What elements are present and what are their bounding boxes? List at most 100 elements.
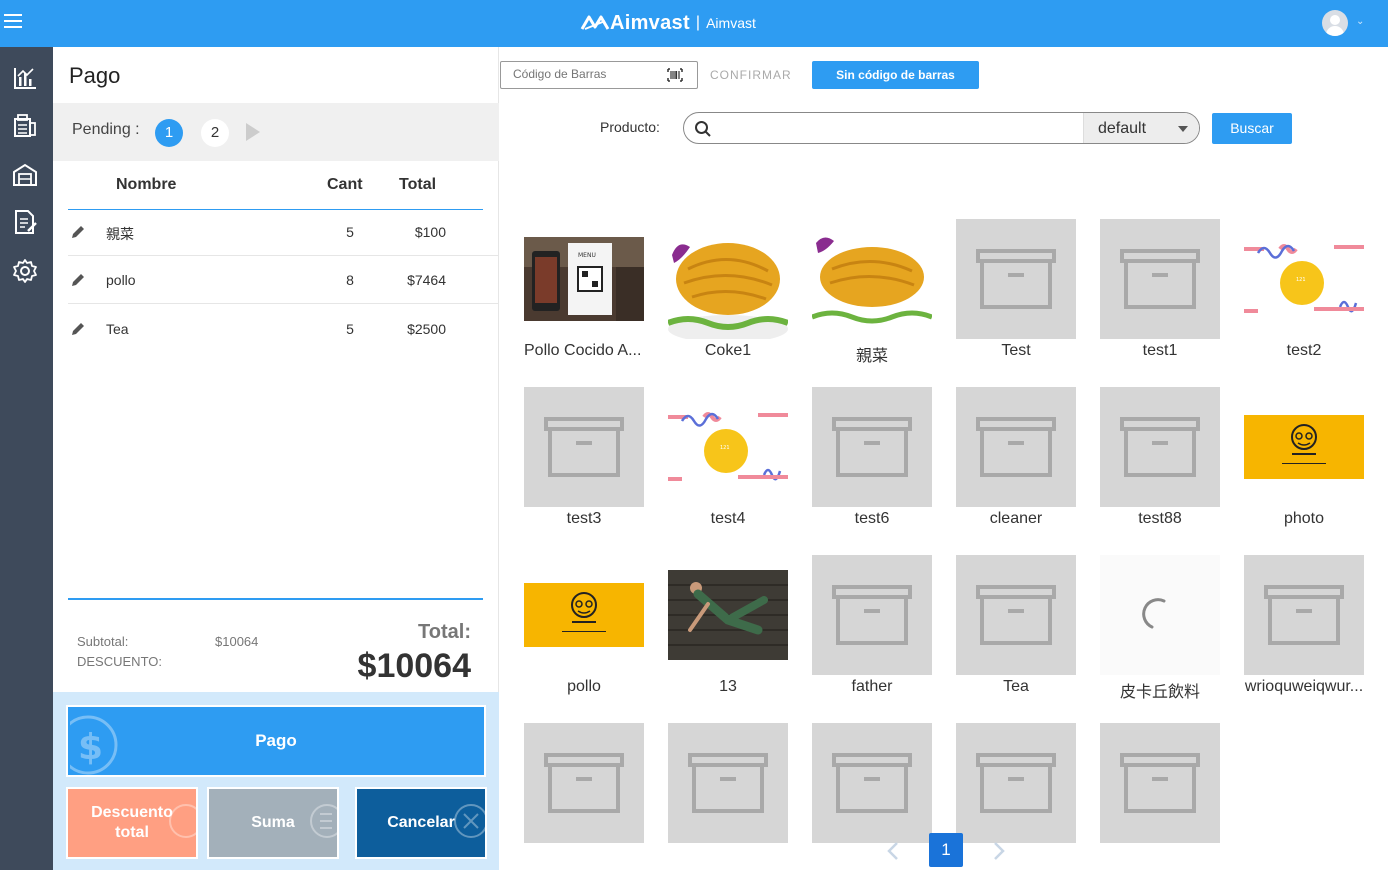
product-card[interactable]: 121 test4 xyxy=(656,375,800,535)
svg-text:MENU: MENU xyxy=(578,252,596,259)
product-card[interactable]: test3 xyxy=(512,375,656,535)
barcode-icon[interactable] xyxy=(667,68,683,82)
product-name: test3 xyxy=(566,510,602,527)
row-total: $7464 xyxy=(407,272,446,288)
product-card[interactable]: Coke1 xyxy=(656,207,800,367)
register-icon[interactable] xyxy=(12,113,38,139)
sidebar xyxy=(0,47,53,870)
product-card[interactable] xyxy=(656,711,800,871)
barcode-field[interactable] xyxy=(500,61,698,89)
sum-button[interactable]: Suma xyxy=(207,787,339,859)
product-placeholder-icon xyxy=(956,387,1076,507)
product-grid: MENU Pollo Cocido A... Coke1 親菜 Test test1 121… xyxy=(512,207,1380,843)
product-name: test1 xyxy=(1142,342,1178,359)
product-placeholder-icon xyxy=(1100,219,1220,339)
product-image: MENU xyxy=(524,219,644,339)
chevron-down-icon xyxy=(1178,126,1188,132)
brand-name: Aimvast xyxy=(610,11,690,34)
product-search: default xyxy=(683,112,1200,144)
table-row: Tea 5 $2500 xyxy=(68,305,499,353)
search-input[interactable] xyxy=(720,119,1080,139)
product-image xyxy=(668,555,788,675)
brand: Aimvast | Aimvast xyxy=(580,10,756,36)
product-placeholder-icon xyxy=(668,723,788,843)
product-card[interactable]: father xyxy=(800,543,944,703)
product-placeholder-icon xyxy=(1100,723,1220,843)
product-name: Coke1 xyxy=(704,342,752,359)
store-icon[interactable] xyxy=(12,162,38,188)
product-card[interactable] xyxy=(800,711,944,871)
column-total: Total xyxy=(399,176,437,193)
table-row: 親菜 5 $100 xyxy=(68,208,499,256)
hamburger-icon[interactable] xyxy=(4,14,24,32)
total-discount-button[interactable]: Descuento total xyxy=(66,787,198,859)
brand-subtitle: Aimvast xyxy=(706,15,756,31)
document-edit-icon[interactable] xyxy=(12,209,38,235)
row-name: 親菜 xyxy=(106,226,134,242)
no-barcode-button[interactable]: Sin código de barras xyxy=(812,61,979,89)
pending-label: Pending : xyxy=(72,121,140,138)
sum-icon xyxy=(310,804,337,838)
row-qty: 5 xyxy=(346,224,354,240)
product-name: pollo xyxy=(567,678,601,695)
search-button[interactable]: Buscar xyxy=(1212,113,1292,144)
top-bar: Aimvast | Aimvast ⌄ xyxy=(0,0,1388,47)
page-number[interactable]: 1 xyxy=(929,833,963,867)
pencil-icon[interactable] xyxy=(70,224,86,240)
pay-button[interactable]: $ Pago xyxy=(66,705,486,777)
cancel-button[interactable]: Cancelar xyxy=(355,787,487,859)
pencil-icon[interactable] xyxy=(70,321,86,337)
product-label: Producto: xyxy=(600,119,660,135)
brand-separator: | xyxy=(695,14,701,31)
discount-label: DESCUENTO: xyxy=(77,654,162,669)
product-card[interactable] xyxy=(512,711,656,871)
total-label: Total: xyxy=(418,621,471,643)
product-card[interactable]: test1 xyxy=(1088,207,1232,367)
pencil-icon[interactable] xyxy=(70,272,86,288)
product-card[interactable]: cleaner xyxy=(944,375,1088,535)
chevron-right-icon[interactable] xyxy=(990,840,1008,862)
product-card[interactable]: Test xyxy=(944,207,1088,367)
product-card[interactable]: 皮卡丘飲料 xyxy=(1088,543,1232,703)
product-card[interactable]: 13 xyxy=(656,543,800,703)
row-total: $100 xyxy=(414,224,446,240)
gear-icon[interactable] xyxy=(12,258,38,284)
svg-text:$: $ xyxy=(78,727,103,768)
next-pending-arrow-icon[interactable] xyxy=(246,123,260,141)
product-card[interactable]: 121 test2 xyxy=(1232,207,1376,367)
product-card[interactable] xyxy=(944,711,1088,871)
product-placeholder-icon xyxy=(956,555,1076,675)
row-name: Tea xyxy=(106,321,129,337)
product-image xyxy=(812,219,932,339)
pending-bar: Pending : 1 2 xyxy=(53,103,499,161)
brand-logo-icon xyxy=(580,15,610,30)
chart-icon[interactable] xyxy=(12,65,38,91)
product-card[interactable]: test6 xyxy=(800,375,944,535)
product-name: Tea xyxy=(1003,678,1029,695)
column-qty: Cant xyxy=(327,176,363,193)
product-card[interactable]: 親菜 xyxy=(800,207,944,367)
product-card[interactable]: test88 xyxy=(1088,375,1232,535)
order-table-header: Nombre Cant Total xyxy=(68,161,483,210)
product-placeholder-icon xyxy=(524,387,644,507)
pending-tab-2[interactable]: 2 xyxy=(201,119,229,147)
product-card[interactable]: Tea xyxy=(944,543,1088,703)
svg-text:121: 121 xyxy=(1296,277,1306,283)
product-card[interactable]: MENU Pollo Cocido A... xyxy=(512,207,656,367)
chevron-down-icon[interactable]: ⌄ xyxy=(1356,16,1364,27)
pending-tab-1[interactable]: 1 xyxy=(155,119,183,147)
action-area: $ Pago Descuento total Suma Cancelar xyxy=(53,692,499,870)
product-placeholder-icon xyxy=(956,723,1076,843)
product-image xyxy=(524,555,644,675)
product-card[interactable]: photo xyxy=(1232,375,1376,535)
product-card[interactable]: wrioquweiqwur... xyxy=(1232,543,1376,703)
category-select-value: default xyxy=(1098,120,1147,137)
product-card[interactable] xyxy=(1088,711,1232,871)
chevron-left-icon[interactable] xyxy=(884,840,902,862)
confirm-button[interactable]: CONFIRMAR xyxy=(710,68,792,82)
user-avatar-icon[interactable] xyxy=(1322,10,1348,36)
barcode-input[interactable] xyxy=(513,67,663,81)
category-select[interactable]: default xyxy=(1083,113,1199,143)
product-card[interactable]: pollo xyxy=(512,543,656,703)
total-discount-label: Descuento total xyxy=(91,804,173,841)
